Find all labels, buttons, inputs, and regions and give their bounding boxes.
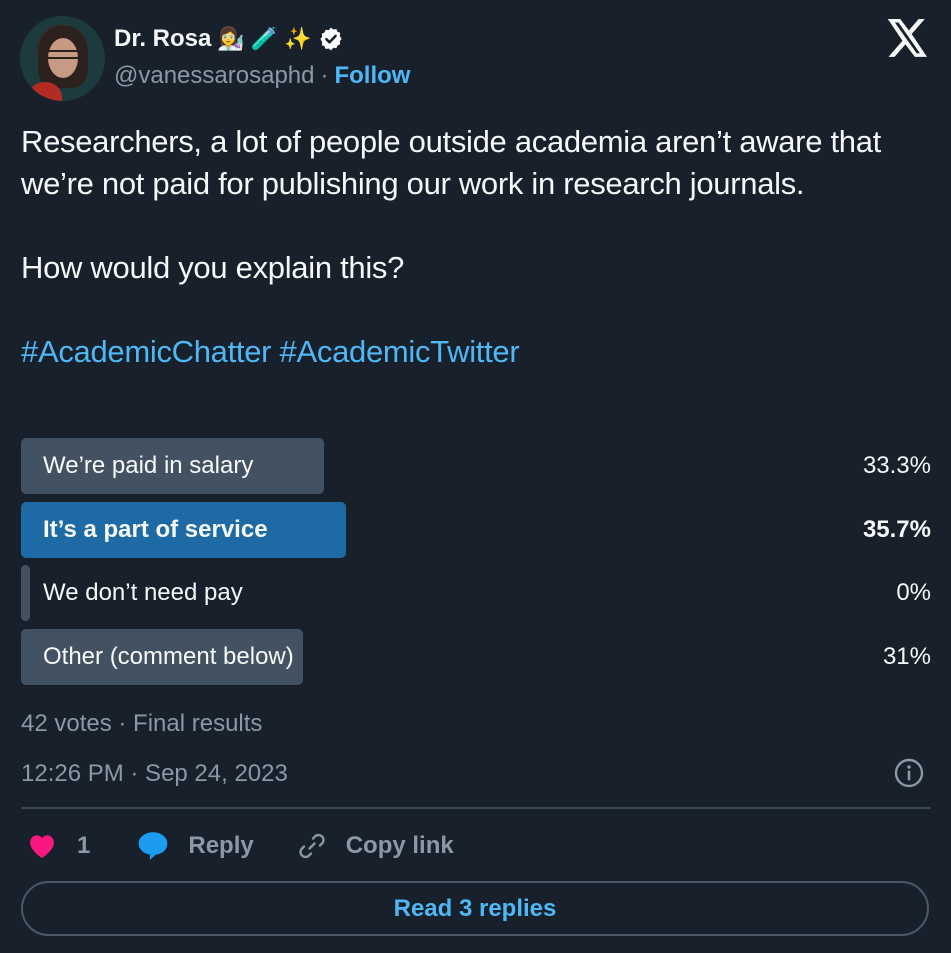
follow-button[interactable]: Follow [334, 62, 410, 90]
poll-option: Other (comment below) 31% [21, 628, 931, 685]
author-handle-row: @vanessarosaphd · Follow [114, 62, 410, 90]
author-name-row: Dr. Rosa 👩‍🔬 🧪 ✨ [114, 22, 344, 56]
poll: We’re paid in salary 33.3% It’s a part o… [21, 438, 931, 692]
hashtag-link[interactable]: #AcademicChatter [21, 334, 272, 369]
poll-meta: 42 votes · Final results [21, 710, 263, 737]
author-handle[interactable]: @vanessarosaphd [114, 62, 314, 90]
poll-option-percent: 31% [882, 642, 931, 670]
test-tube-emoji-icon: 🧪 [250, 26, 279, 51]
link-icon [296, 830, 328, 862]
sparkles-emoji-icon: ✨ [284, 26, 312, 51]
avatar[interactable] [20, 16, 105, 101]
reply-label: Reply [188, 832, 254, 859]
poll-option: We don’t need pay 0% [21, 565, 931, 621]
reply-button[interactable]: Reply [136, 829, 254, 863]
like-count: 1 [77, 832, 91, 859]
poll-option-label: Other (comment below) [43, 642, 294, 670]
heart-icon [27, 831, 57, 861]
verified-badge-icon [318, 26, 344, 52]
copy-link-button[interactable]: Copy link [296, 830, 454, 862]
tweet-timestamp[interactable]: 12:26 PM · Sep 24, 2023 [21, 760, 288, 788]
action-bar: 1 Reply Copy link [27, 826, 454, 866]
reply-bubble-icon [136, 829, 170, 863]
scientist-emoji-icon: 👩‍🔬 [217, 26, 245, 51]
x-logo-icon[interactable] [887, 19, 929, 57]
poll-option: It’s a part of service 35.7% [21, 501, 931, 558]
hashtag-link[interactable]: #AcademicTwitter [280, 334, 520, 369]
hashtag-line: #AcademicChatter #AcademicTwitter [21, 331, 936, 373]
poll-option-percent: 33.3% [862, 452, 931, 479]
copy-link-label: Copy link [345, 832, 454, 859]
separator-dot: · [320, 62, 329, 89]
tweet-paragraph: How would you explain this? [21, 250, 405, 285]
divider [21, 807, 931, 809]
poll-option-percent: 35.7% [862, 515, 931, 543]
poll-option-percent: 0% [896, 579, 931, 606]
poll-option-label: We don’t need pay [43, 579, 243, 606]
info-icon[interactable] [893, 757, 925, 789]
tweet-paragraph: Researchers, a lot of people outside aca… [21, 124, 881, 201]
author-display-name[interactable]: Dr. Rosa [114, 25, 211, 53]
tweet-text: Researchers, a lot of people outside aca… [21, 121, 936, 373]
like-button[interactable]: 1 [27, 831, 90, 861]
poll-option-label: We’re paid in salary [43, 452, 254, 479]
avatar-glasses [46, 50, 80, 59]
poll-option-label: It’s a part of service [43, 515, 268, 543]
read-replies-button[interactable]: Read 3 replies [21, 881, 929, 936]
poll-option: We’re paid in salary 33.3% [21, 438, 931, 494]
